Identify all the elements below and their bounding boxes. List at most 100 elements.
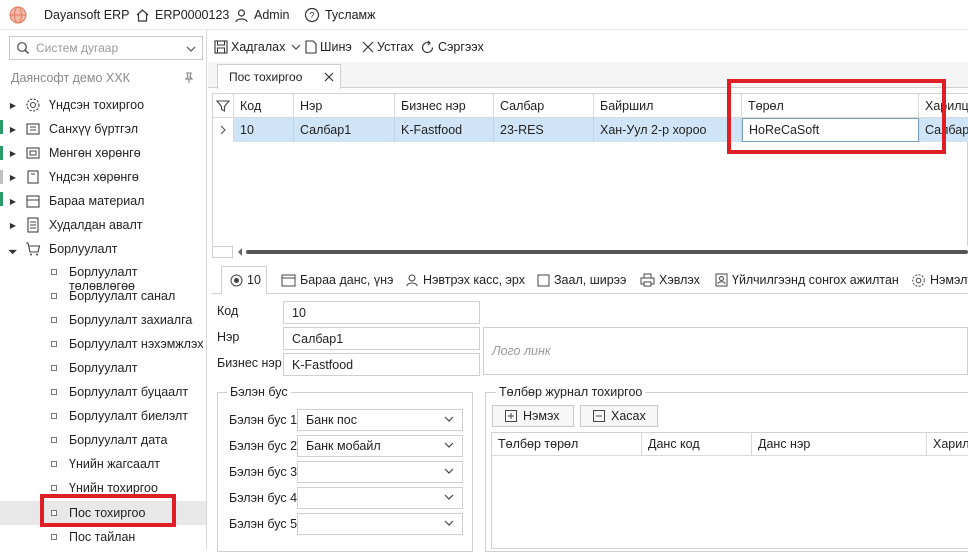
sidebar-subitem[interactable]: Борлуулалт санал bbox=[0, 284, 206, 308]
name-label: Нэр bbox=[217, 330, 240, 344]
table-cell[interactable]: K-Fastfood bbox=[395, 118, 494, 142]
node-icon bbox=[51, 437, 57, 443]
tab-print[interactable]: Хэвлэх bbox=[640, 268, 700, 292]
chevron-down-icon[interactable] bbox=[186, 46, 196, 52]
chevron-down-icon[interactable] bbox=[444, 416, 454, 422]
refresh-label: Сэргээх bbox=[438, 40, 484, 54]
name-field[interactable]: Салбар1 bbox=[283, 327, 480, 350]
table-cell[interactable]: 23-RES bbox=[494, 118, 594, 142]
expand-arrow-icon[interactable]: ▶ bbox=[9, 101, 17, 110]
sidebar-subitem[interactable]: Үнийн тохиргоо bbox=[0, 476, 206, 500]
non-cash-1-select[interactable]: Банк пос bbox=[297, 409, 463, 431]
refresh-button[interactable]: Сэргээх bbox=[420, 37, 484, 57]
column-header[interactable]: Харилца bbox=[919, 94, 968, 118]
expand-arrow-icon[interactable]: ▶ bbox=[9, 197, 17, 206]
tab-label: 10 bbox=[247, 273, 261, 287]
payment-journal-title: Төлбөр журнал тохиргоо bbox=[496, 385, 646, 399]
delete-button[interactable]: Устгах bbox=[362, 37, 414, 57]
chevron-down-icon[interactable] bbox=[444, 494, 454, 500]
expand-arrow-icon[interactable]: ▶ bbox=[9, 221, 17, 230]
column-header[interactable]: Харил bbox=[927, 432, 968, 456]
sidebar-item-cash[interactable]: ▶ Мөнгөн хөрөнгө bbox=[0, 141, 206, 165]
help-button[interactable]: ? Тусламж bbox=[304, 0, 376, 30]
expand-arrow-icon[interactable]: ▶ bbox=[9, 149, 17, 158]
pin-icon[interactable] bbox=[183, 72, 195, 84]
save-button[interactable]: Хадгалах bbox=[214, 37, 301, 57]
non-cash-2-select[interactable]: Банк мобайл bbox=[297, 435, 463, 457]
sidebar-item-fixed-assets[interactable]: ▶ Үндсэн хөрөнгө bbox=[0, 165, 206, 189]
new-button[interactable]: Шинэ bbox=[305, 37, 352, 57]
table-cell[interactable]: Салбар1 bbox=[919, 118, 968, 142]
tab-main[interactable]: 10 bbox=[230, 268, 261, 292]
column-header[interactable]: Бизнес нэр bbox=[395, 94, 494, 118]
column-header[interactable]: Данс нэр bbox=[752, 432, 927, 456]
help-label: Тусламж bbox=[325, 8, 376, 22]
sidebar-subitem-pos-settings[interactable]: Пос тохиргоо bbox=[0, 501, 206, 525]
sidebar-subitem[interactable]: Борлуулалт нэхэмжлэх bbox=[0, 332, 206, 356]
tab-hall-tables[interactable]: Заал, ширээ bbox=[537, 268, 626, 292]
sidebar-item-inventory[interactable]: ▶ Бараа материал bbox=[0, 189, 206, 213]
chevron-down-icon[interactable] bbox=[291, 44, 301, 50]
help-icon: ? bbox=[304, 7, 320, 23]
app-logo[interactable] bbox=[9, 0, 27, 30]
non-cash-4-select[interactable] bbox=[297, 487, 463, 509]
sidebar-item-label: Үндсэн тохиргоо bbox=[49, 98, 145, 112]
non-cash-3-select[interactable] bbox=[297, 461, 463, 483]
tab-service-staff[interactable]: Үйлчилгээнд сонгох ажилтан bbox=[715, 268, 899, 292]
tab-login-cashier[interactable]: Нэвтрэх касс, эрх bbox=[405, 268, 525, 292]
home-icon bbox=[136, 8, 149, 22]
add-payment-button[interactable]: Нэмэх bbox=[492, 405, 574, 427]
chevron-down-icon[interactable] bbox=[444, 468, 454, 474]
receipt-icon bbox=[27, 217, 39, 233]
column-header[interactable]: Данс код bbox=[642, 432, 752, 456]
sidebar-item-sales[interactable]: ◢ Борлуулалт bbox=[0, 237, 206, 261]
table-cell[interactable]: Салбар1 bbox=[294, 118, 395, 142]
tab-goods-account[interactable]: Бараа данс, үнэ bbox=[281, 268, 393, 292]
sidebar-subitem[interactable]: Борлуулалт bbox=[0, 356, 206, 380]
sidebar-subitem[interactable]: Борлуулалт төлөвлөгөө bbox=[0, 260, 206, 293]
business-name-field[interactable]: K-Fastfood bbox=[283, 353, 480, 376]
row-indicator[interactable] bbox=[213, 118, 234, 142]
column-header[interactable]: Төрөл bbox=[742, 94, 919, 118]
column-header[interactable]: Төлбөр төрөл bbox=[492, 432, 642, 456]
expand-arrow-icon[interactable]: ▶ bbox=[9, 173, 17, 182]
filter-header[interactable] bbox=[213, 94, 234, 118]
non-cash-2-label: Бэлэн бус 2 bbox=[229, 439, 298, 453]
chevron-down-icon[interactable] bbox=[444, 442, 454, 448]
company-code-button[interactable]: ERP0000123 bbox=[135, 0, 229, 30]
accent-bar bbox=[0, 170, 3, 184]
collapse-arrow-icon[interactable]: ◢ bbox=[7, 243, 19, 255]
scroll-left-icon[interactable] bbox=[236, 247, 244, 257]
sidebar-search[interactable] bbox=[9, 36, 203, 60]
close-tab-icon[interactable] bbox=[324, 72, 334, 82]
sidebar-subitem[interactable]: Үнийн жагсаалт bbox=[0, 452, 206, 476]
column-header[interactable]: Байршил bbox=[594, 94, 742, 118]
search-input[interactable] bbox=[36, 41, 176, 55]
sidebar-subitem[interactable]: Борлуулалт буцаалт bbox=[0, 380, 206, 404]
column-header[interactable]: Код bbox=[234, 94, 294, 118]
type-cell-editor[interactable]: HoReCaSoft bbox=[742, 118, 919, 142]
user-menu-button[interactable]: Admin bbox=[234, 0, 289, 30]
tab-pos-settings[interactable]: Пос тохиргоо bbox=[217, 64, 341, 89]
tab-extra[interactable]: Нэмэлт bbox=[911, 268, 968, 292]
remove-payment-button[interactable]: Хасах bbox=[580, 405, 658, 427]
sidebar-item-label: Бараа материал bbox=[49, 194, 145, 208]
chevron-down-icon[interactable] bbox=[444, 520, 454, 526]
table-cell[interactable]: 10 bbox=[234, 118, 294, 142]
expand-arrow-icon[interactable]: ▶ bbox=[9, 125, 17, 134]
horizontal-scrollbar[interactable] bbox=[212, 246, 968, 258]
logo-link-field[interactable]: Лого линк bbox=[483, 327, 968, 375]
sidebar-subitem[interactable]: Пос тайлан bbox=[0, 525, 206, 549]
non-cash-5-select[interactable] bbox=[297, 513, 463, 535]
scroll-thumb[interactable] bbox=[246, 250, 968, 254]
table-cell[interactable]: Хан-Уул 2-р хороо bbox=[594, 118, 742, 142]
column-header[interactable]: Салбар bbox=[494, 94, 594, 118]
sidebar-item-finance[interactable]: ▶ Санхүү бүртгэл bbox=[0, 117, 206, 141]
sidebar-item-purchasing[interactable]: ▶ Худалдан авалт bbox=[0, 213, 206, 237]
sidebar-subitem[interactable]: Борлуулалт захиалга bbox=[0, 308, 206, 332]
sidebar-item-basic-settings[interactable]: ▶ Үндсэн тохиргоо bbox=[0, 93, 206, 117]
column-header[interactable]: Нэр bbox=[294, 94, 395, 118]
code-field[interactable]: 10 bbox=[283, 301, 480, 324]
sidebar-subitem[interactable]: Борлуулалт дата bbox=[0, 428, 206, 452]
sidebar-subitem[interactable]: Борлуулалт биелэлт bbox=[0, 404, 206, 428]
